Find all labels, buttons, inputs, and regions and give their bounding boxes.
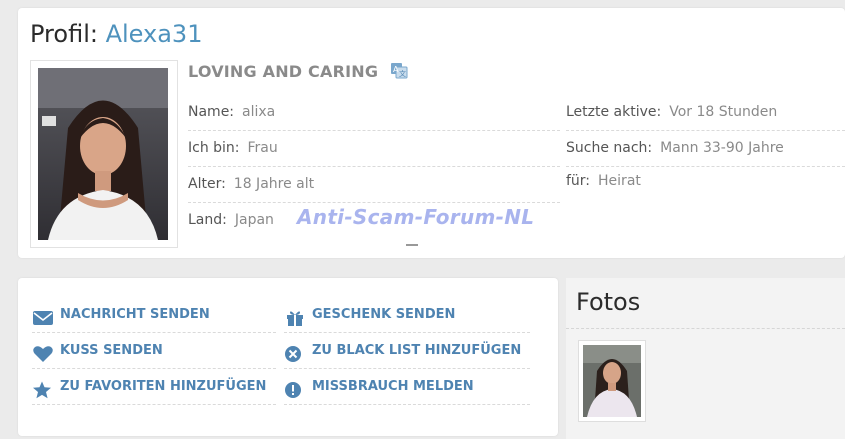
profile-photo[interactable] [30, 60, 178, 248]
envelope-icon [32, 306, 54, 325]
report-abuse-button[interactable]: MISSBRAUCH MELDEN [284, 369, 530, 405]
add-favorites-label: ZU FAVORITEN HINZUFÜGEN [60, 379, 267, 394]
name-label: Name: [188, 104, 235, 120]
divider-mark [406, 244, 418, 246]
photo-thumbnail[interactable] [578, 340, 646, 422]
svg-text:文: 文 [399, 69, 406, 78]
profile-photo-image [38, 68, 168, 240]
photos-divider [566, 328, 845, 329]
exclamation-circle-icon [284, 378, 306, 398]
photos-title: Fotos [576, 288, 641, 316]
country-label: Land: [188, 212, 227, 228]
info-row-last-active: Letzte aktive: Vor 18 Stunden [566, 95, 845, 131]
profile-username: Alexa31 [105, 20, 203, 48]
profile-card: Profil: Alexa31 LOVING AND CARING A 文 Na… [18, 8, 845, 258]
send-message-button[interactable]: NACHRICHT SENDEN [32, 297, 276, 333]
title-prefix: Profil: [30, 20, 98, 48]
profile-headline: LOVING AND CARING [188, 62, 379, 81]
seeking-label: Suche nach: [566, 140, 653, 156]
age-label: Alter: [188, 176, 226, 192]
send-kiss-label: KUSS SENDEN [60, 343, 163, 358]
add-favorites-button[interactable]: ZU FAVORITEN HINZUFÜGEN [32, 369, 276, 405]
info-row-gender: Ich bin: Frau [188, 131, 560, 167]
send-gift-button[interactable]: GESCHENK SENDEN [284, 297, 530, 333]
actions-card: NACHRICHT SENDEN GESCHENK SENDEN KUSS SE… [18, 278, 558, 436]
send-gift-label: GESCHENK SENDEN [312, 307, 456, 322]
info-row-seeking: Suche nach: Mann 33-90 Jahre [566, 131, 845, 167]
purpose-label: für: [566, 173, 591, 189]
gift-icon [284, 306, 306, 326]
country-value: Japan [234, 212, 274, 228]
translate-icon[interactable]: A 文 [390, 61, 408, 83]
photo-thumbnail-image [583, 345, 641, 417]
photos-panel: Fotos [566, 278, 845, 439]
name-value: alixa [242, 104, 276, 120]
age-value: 18 Jahre alt [233, 176, 315, 192]
info-row-age: Alter: 18 Jahre alt [188, 167, 560, 203]
info-row-purpose: für: Heirat [566, 164, 845, 199]
last-active-value: Vor 18 Stunden [669, 104, 778, 120]
send-message-label: NACHRICHT SENDEN [60, 307, 210, 322]
gender-value: Frau [247, 140, 278, 156]
star-icon [32, 378, 54, 399]
add-blacklist-button[interactable]: ZU BLACK LIST HINZUFÜGEN [284, 333, 530, 369]
watermark-text: Anti-Scam-Forum-NL [297, 205, 535, 229]
send-kiss-button[interactable]: KUSS SENDEN [32, 333, 276, 369]
info-row-country: Land: Japan [188, 203, 288, 238]
report-abuse-label: MISSBRAUCH MELDEN [312, 379, 474, 394]
heart-icon [32, 342, 54, 362]
gender-label: Ich bin: [188, 140, 240, 156]
info-row-name: Name: alixa [188, 95, 560, 131]
seeking-value: Mann 33-90 Jahre [660, 140, 784, 156]
page-title: Profil: Alexa31 [30, 20, 202, 48]
last-active-label: Letzte aktive: [566, 104, 662, 120]
purpose-value: Heirat [598, 173, 641, 189]
add-blacklist-label: ZU BLACK LIST HINZUFÜGEN [312, 343, 522, 358]
times-circle-icon [284, 342, 306, 362]
